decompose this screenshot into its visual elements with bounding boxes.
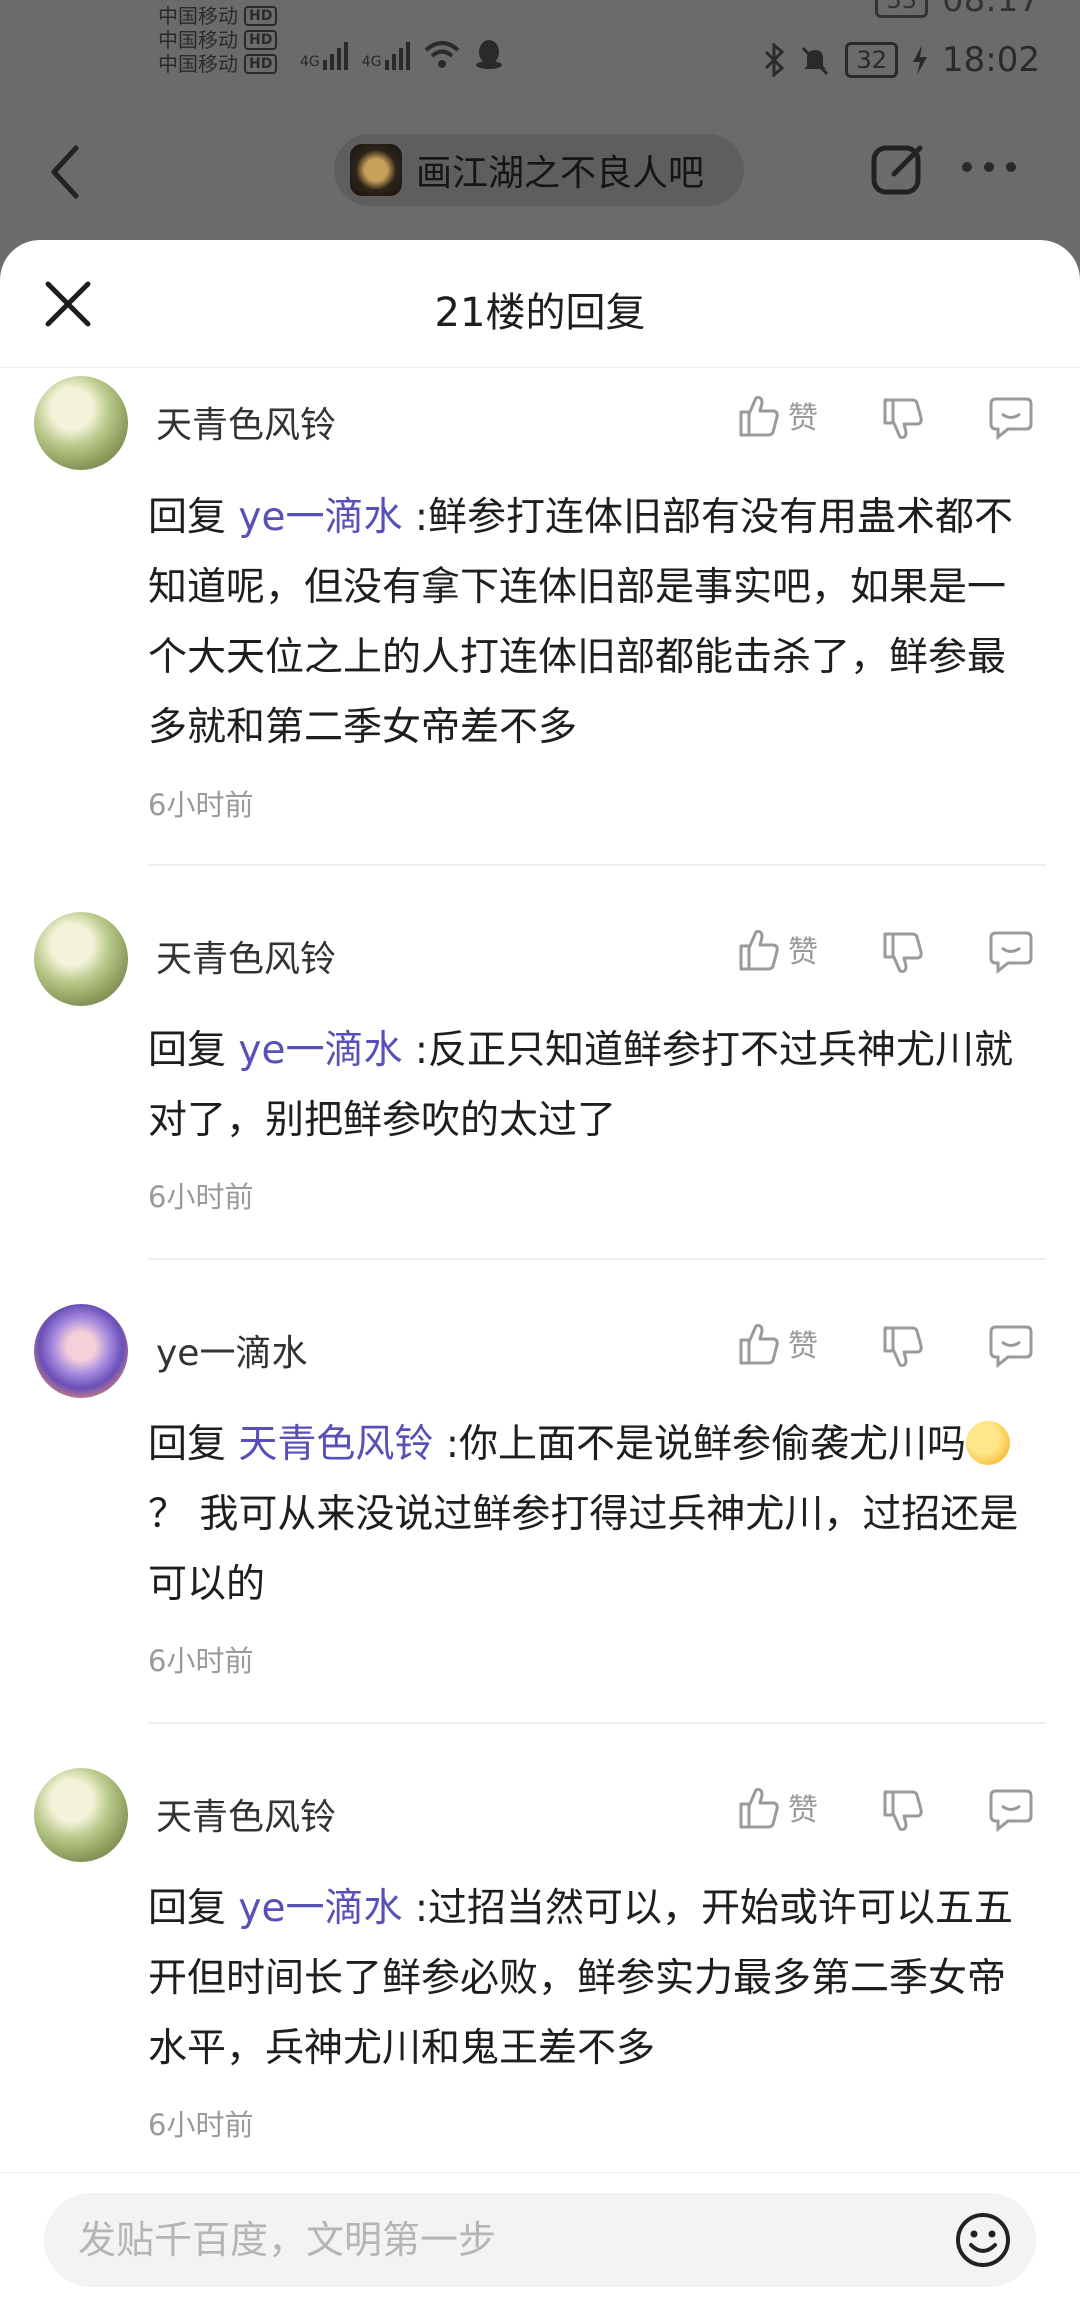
reply-bubble-icon[interactable] (988, 396, 1034, 440)
battery-level: 32 (845, 42, 899, 78)
author-name[interactable]: 天青色风铃 (156, 396, 336, 448)
timestamp: 6小时前 (148, 2108, 254, 2142)
network-type: 4G (361, 54, 382, 70)
like-label: 赞 (788, 935, 818, 970)
nav-bar: 画江湖之不良人吧 (0, 110, 1080, 230)
carrier-name: 中国移动 (158, 52, 238, 76)
status-right: 32 18:02 (763, 40, 1040, 80)
like-button[interactable]: 赞 (738, 1320, 818, 1366)
network-type: 4G (300, 54, 320, 70)
ghost-battery: 53 (875, 0, 929, 18)
reply-sheet: 21楼的回复 天青色风铃 赞 回复 ye一滴水 :鲜参打连体旧部有没有用蛊术都不… (0, 240, 1080, 2310)
divider (148, 1258, 1046, 1260)
carrier-line: 中国移动 HD (158, 52, 278, 76)
divider (148, 864, 1046, 866)
edit-icon[interactable] (868, 140, 928, 200)
mute-bell-icon (802, 46, 829, 76)
comment-item: 天青色风铃 赞 回复 ye一滴水 :过招当然可以，开始或许可以五五开但时间长了鲜… (0, 240, 1080, 2142)
comment-item: 天青色风铃 赞 回复 ye一滴水 :鲜参打连体旧部有没有用蛊术都不知道呢，但没有… (0, 240, 1080, 866)
reply-bubble-icon[interactable] (988, 1324, 1034, 1368)
thumbs-up-icon (739, 930, 779, 971)
input-bar: 发贴千百度，文明第一步 (0, 2172, 1080, 2310)
mention-link[interactable]: ye一滴水 (238, 495, 402, 540)
comment-content: :你上面不是说鲜参偷袭尤川吗 (433, 1422, 966, 1467)
timestamp: 6小时前 (148, 788, 254, 822)
author-name[interactable]: 天青色风铃 (156, 930, 336, 982)
timestamp: 6小时前 (148, 1644, 254, 1678)
divider (148, 1722, 1046, 1724)
ghost-time: 08:17 (942, 0, 1040, 20)
carrier-list: 中国移动 HD 中国移动 HD 中国移动 HD (158, 4, 278, 76)
emoji-icon[interactable] (954, 2211, 1012, 2269)
bluetooth-icon (765, 43, 785, 77)
like-label: 赞 (788, 1329, 818, 1364)
comment-content-rest: ？ 我可从来没说过鲜参打得过兵神尤川，过招还是可以的 (148, 1492, 1019, 1607)
reply-prefix: 回复 (148, 495, 227, 540)
author-name[interactable]: 天青色风铃 (156, 1788, 336, 1840)
like-label: 赞 (788, 401, 818, 436)
comment-text: 回复 ye一滴水 :过招当然可以，开始或许可以五五开但时间长了鲜参必败，鲜参实力… (148, 1874, 1038, 2084)
carrier-line: 中国移动 HD (158, 28, 278, 52)
reply-bubble-icon[interactable] (988, 930, 1034, 974)
avatar[interactable] (34, 912, 128, 1006)
thumbs-down-icon[interactable] (882, 1324, 924, 1370)
carrier-name: 中国移动 (158, 4, 238, 28)
wifi-icon (424, 41, 459, 68)
signal-icon: 4G (300, 42, 348, 70)
like-button[interactable]: 赞 (738, 392, 818, 438)
comment-text: 回复 天青色风铃 :你上面不是说鲜参偷袭尤川吗 ？ 我可从来没说过鲜参打得过兵神尤… (148, 1410, 1038, 1620)
avatar[interactable] (34, 1768, 128, 1862)
clock: 18:02 (942, 40, 1040, 80)
like-button[interactable]: 赞 (738, 1784, 818, 1830)
comment-input[interactable]: 发贴千百度，文明第一步 (44, 2193, 1036, 2287)
like-button[interactable]: 赞 (738, 926, 818, 972)
author-name[interactable]: ye一滴水 (156, 1324, 307, 1376)
reply-prefix: 回复 (148, 1886, 227, 1931)
status-ghost: 53 08:17 (875, 0, 1040, 20)
thumbs-up-icon (739, 396, 779, 437)
comment-text: 回复 ye一滴水 :鲜参打连体旧部有没有用蛊术都不知道呢，但没有拿下连体旧部是事… (148, 483, 1038, 763)
avatar[interactable] (34, 376, 128, 470)
more-icon[interactable] (962, 162, 1016, 172)
reply-prefix: 回复 (148, 1422, 227, 1467)
back-arrow-icon[interactable] (46, 142, 86, 202)
mention-link[interactable]: 天青色风铃 (238, 1422, 433, 1467)
forum-logo (350, 144, 402, 196)
qq-icon (475, 40, 502, 69)
signal-icons: 4G 4G (300, 38, 504, 70)
carrier-line: 中国移动 HD (158, 4, 278, 28)
charging-icon (913, 45, 928, 75)
comment-text: 回复 ye一滴水 :反正只知道鲜参打不过兵神尤川就对了，别把鲜参吹的太过了 (148, 1016, 1038, 1156)
carrier-name: 中国移动 (158, 28, 238, 52)
thumbs-up-icon (739, 1788, 779, 1829)
thumbs-down-icon[interactable] (882, 396, 924, 442)
signal-icon: 4G (362, 42, 410, 70)
hd-badge: HD (244, 30, 278, 50)
thumbs-up-icon (739, 1324, 779, 1365)
shush-emoji-icon (965, 1421, 1010, 1465)
forum-pill[interactable]: 画江湖之不良人吧 (334, 134, 744, 206)
timestamp: 6小时前 (148, 1180, 254, 1214)
mention-link[interactable]: ye一滴水 (238, 1028, 402, 1073)
avatar[interactable] (34, 1304, 128, 1398)
hd-badge: HD (244, 6, 278, 26)
reply-bubble-icon[interactable] (988, 1788, 1034, 1832)
mention-link[interactable]: ye一滴水 (238, 1886, 402, 1931)
thumbs-down-icon[interactable] (882, 1788, 924, 1834)
hd-badge: HD (244, 54, 278, 74)
like-label: 赞 (788, 1793, 818, 1828)
forum-name: 画江湖之不良人吧 (416, 153, 705, 194)
thumbs-down-icon[interactable] (882, 930, 924, 976)
status-bar: 中国移动 HD 中国移动 HD 中国移动 HD 4G 4G 53 08:17 3… (0, 0, 1080, 100)
reply-prefix: 回复 (148, 1028, 227, 1073)
